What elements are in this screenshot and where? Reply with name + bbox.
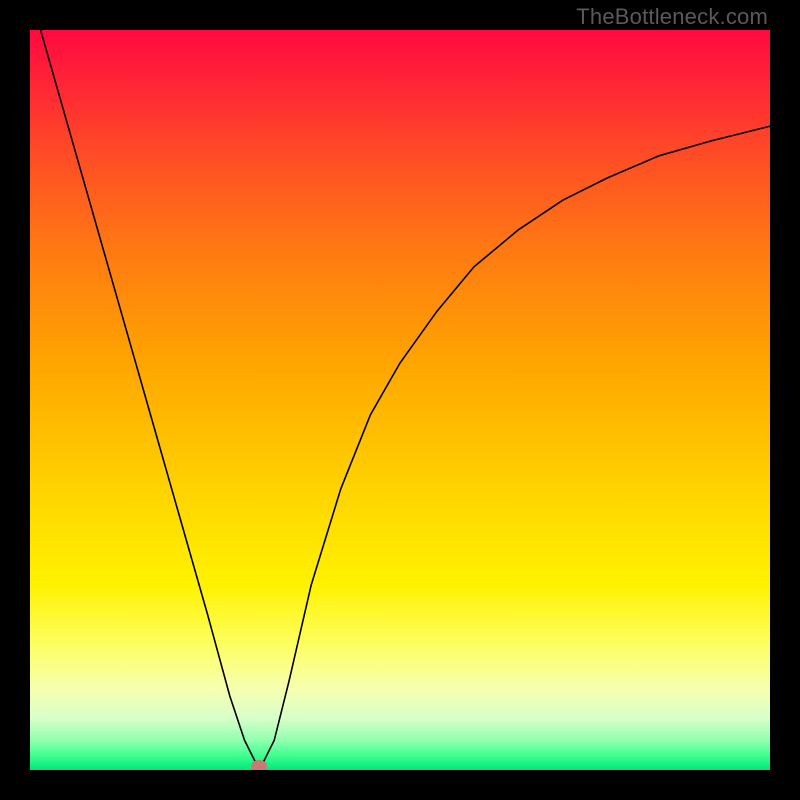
bottleneck-curve <box>30 30 770 770</box>
minimum-marker <box>251 760 267 770</box>
plot-area <box>30 30 770 770</box>
chart-frame: TheBottleneck.com <box>0 0 800 800</box>
curve-svg <box>30 30 770 770</box>
watermark-text: TheBottleneck.com <box>576 4 768 30</box>
